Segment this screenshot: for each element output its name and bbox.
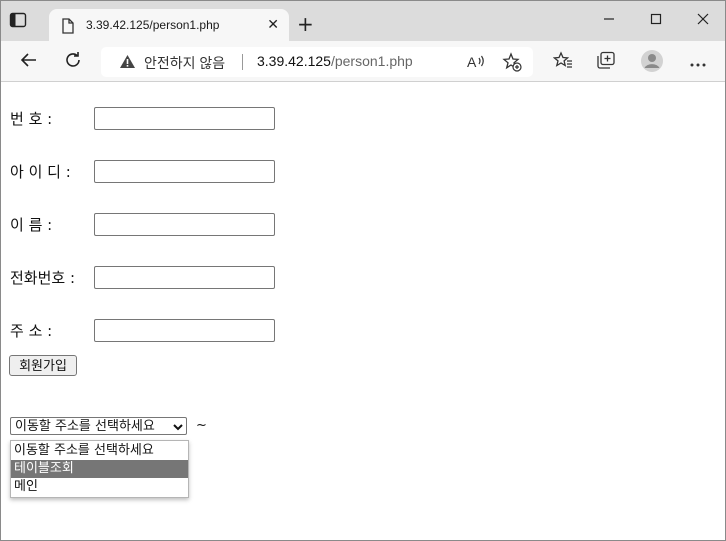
add-favorite-icon[interactable]	[502, 52, 522, 76]
select-value: 이동할 주소를 선택하세요	[15, 419, 155, 434]
tab-actions-icon[interactable]	[9, 12, 39, 36]
page-content: 번 호 : 아 이 디 : 이 름 : 전화번호 : 주 소 : 회원가입 이동…	[1, 82, 725, 540]
phone-label: 전화번호 :	[10, 269, 76, 287]
read-aloud-icon[interactable]: A	[466, 53, 486, 75]
select-dropdown-list: 이동할 주소를 선택하세요 테이블조회 메인	[10, 440, 189, 498]
tab-strip: 3.39.42.125/person1.php ✕ +	[1, 1, 725, 42]
refresh-icon[interactable]	[64, 51, 82, 73]
favorites-icon[interactable]	[552, 51, 573, 73]
number-label: 번 호 :	[10, 110, 53, 128]
user-id-input[interactable]	[94, 160, 275, 183]
profile-avatar-icon[interactable]	[640, 49, 664, 77]
select-option[interactable]: 이동할 주소를 선택하세요	[11, 442, 188, 460]
address-divider	[242, 54, 243, 70]
address-label: 주 소 :	[10, 322, 53, 340]
browser-window: 3.39.42.125/person1.php ✕ + 안전하지 않음 3.39…	[0, 0, 726, 541]
option-label: 메인	[14, 479, 38, 494]
signup-button[interactable]: 회원가입	[9, 355, 77, 376]
name-input[interactable]	[94, 213, 275, 236]
tab-title: 3.39.42.125/person1.php	[86, 18, 220, 32]
number-input[interactable]	[94, 107, 275, 130]
svg-text:A: A	[467, 54, 477, 70]
back-arrow-icon[interactable]	[20, 51, 38, 73]
security-label[interactable]: 안전하지 않음	[144, 53, 225, 73]
url-path: /person1.php	[330, 53, 413, 69]
option-label: 이동할 주소를 선택하세요	[14, 443, 154, 458]
chevron-down-icon	[173, 421, 183, 436]
address-bar[interactable]: 안전하지 않음 3.39.42.125/person1.php A	[101, 47, 533, 77]
option-label: 테이블조회	[14, 461, 74, 476]
address-toolbar: 안전하지 않음 3.39.42.125/person1.php A	[1, 41, 725, 82]
user-id-label: 아 이 디 :	[10, 163, 71, 181]
select-option-highlighted[interactable]: 테이블조회	[11, 460, 188, 478]
name-label: 이 름 :	[10, 216, 53, 234]
new-tab-icon[interactable]: +	[297, 14, 314, 34]
minimize-icon[interactable]	[599, 13, 619, 29]
select-suffix: ~	[196, 418, 207, 433]
phone-input[interactable]	[94, 266, 275, 289]
collections-icon[interactable]	[596, 51, 616, 73]
url-text[interactable]: 3.39.42.125/person1.php	[257, 53, 413, 69]
warning-icon[interactable]	[119, 54, 136, 73]
maximize-icon[interactable]	[646, 13, 666, 29]
more-options-icon[interactable]	[689, 53, 707, 72]
page-icon	[61, 18, 75, 38]
select-option[interactable]: 메인	[11, 478, 188, 496]
address-input[interactable]	[94, 319, 275, 342]
navigation-select[interactable]: 이동할 주소를 선택하세요	[10, 417, 187, 435]
url-host: 3.39.42.125	[257, 53, 331, 69]
active-tab[interactable]: 3.39.42.125/person1.php ✕	[49, 9, 289, 42]
close-tab-icon[interactable]: ✕	[267, 17, 279, 33]
close-window-icon[interactable]	[693, 13, 713, 29]
